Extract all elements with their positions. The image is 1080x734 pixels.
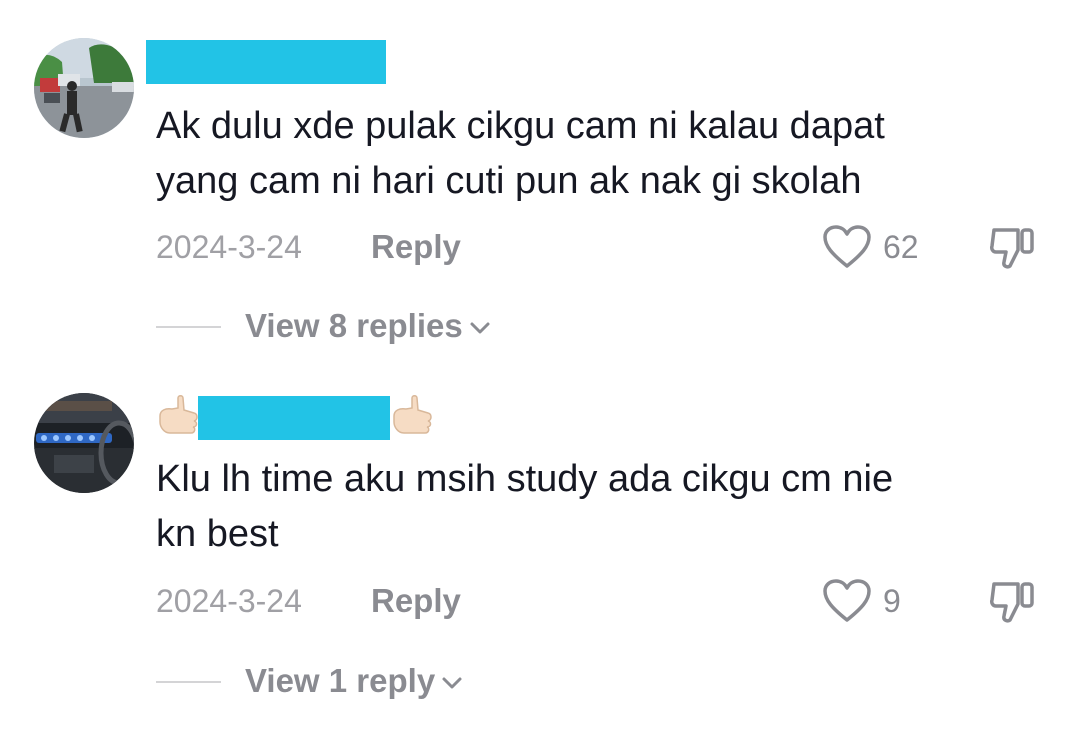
view-replies-row[interactable]: View 1 reply: [156, 661, 656, 701]
comment-text: Ak dulu xde pulak cikgu cam ni kalau dap…: [156, 105, 885, 202]
avatar[interactable]: [34, 393, 134, 493]
comment-meta: 2024-3-24 Reply: [156, 227, 1056, 267]
view-replies-button[interactable]: View 1 reply: [245, 662, 435, 699]
comment-date: 2024-3-24: [156, 229, 302, 265]
dislike-icon[interactable]: [988, 222, 1038, 272]
reply-button[interactable]: Reply: [371, 227, 461, 267]
redacted-username[interactable]: [198, 396, 390, 440]
redacted-username[interactable]: [146, 40, 386, 84]
heart-icon[interactable]: [822, 578, 872, 624]
comment-meta: 2024-3-24 Reply: [156, 581, 1056, 621]
chevron-down-icon: [442, 677, 462, 689]
view-replies-row[interactable]: View 8 replies: [156, 306, 656, 346]
avatar[interactable]: [34, 38, 134, 138]
heart-icon[interactable]: [822, 224, 872, 270]
hand-emoji-icon: [393, 395, 432, 434]
reply-button[interactable]: Reply: [371, 581, 461, 621]
view-replies-button[interactable]: View 8 replies: [245, 307, 463, 344]
dislike-icon[interactable]: [988, 576, 1038, 626]
like-count: 9: [883, 583, 901, 619]
chevron-down-icon: [470, 322, 490, 334]
divider: [156, 681, 221, 683]
divider: [156, 326, 221, 328]
comment-text: Klu lh time aku msih study ada cikgu cm …: [156, 458, 894, 555]
hand-emoji-icon: [159, 395, 198, 434]
like-count: 62: [883, 229, 919, 265]
comment-date: 2024-3-24: [156, 583, 302, 619]
